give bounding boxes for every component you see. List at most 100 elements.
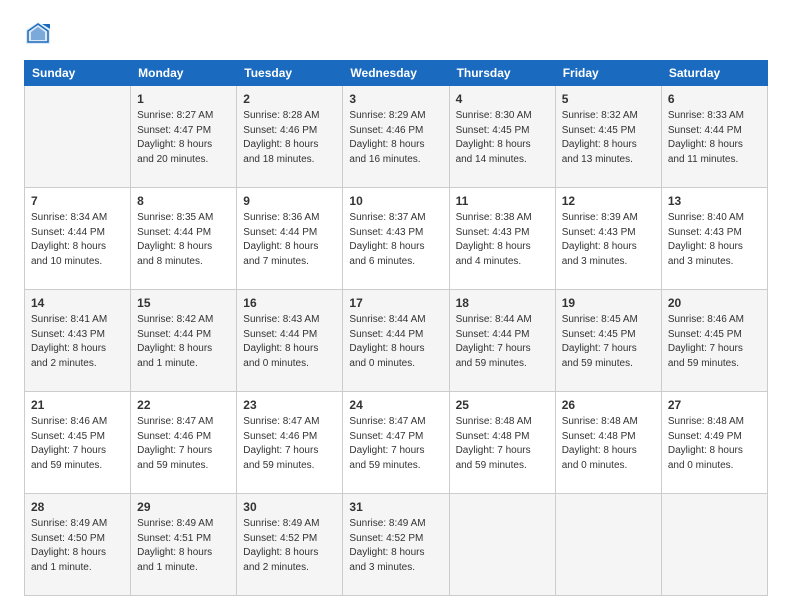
cell-daylight-info: Sunrise: 8:47 AM Sunset: 4:46 PM Dayligh… [243, 415, 336, 473]
cell-daylight-info: Sunrise: 8:49 AM Sunset: 4:52 PM Dayligh… [243, 517, 336, 575]
calendar-cell: 7Sunrise: 8:34 AM Sunset: 4:44 PM Daylig… [25, 188, 131, 290]
date-number: 18 [456, 294, 549, 312]
cell-daylight-info: Sunrise: 8:44 AM Sunset: 4:44 PM Dayligh… [456, 313, 549, 371]
cell-daylight-info: Sunrise: 8:46 AM Sunset: 4:45 PM Dayligh… [668, 313, 761, 371]
cell-daylight-info: Sunrise: 8:39 AM Sunset: 4:43 PM Dayligh… [562, 211, 655, 269]
header-row: SundayMondayTuesdayWednesdayThursdayFrid… [25, 61, 768, 86]
calendar-cell: 14Sunrise: 8:41 AM Sunset: 4:43 PM Dayli… [25, 290, 131, 392]
date-number: 12 [562, 192, 655, 210]
week-row-4: 21Sunrise: 8:46 AM Sunset: 4:45 PM Dayli… [25, 392, 768, 494]
calendar-cell: 9Sunrise: 8:36 AM Sunset: 4:44 PM Daylig… [237, 188, 343, 290]
cell-daylight-info: Sunrise: 8:48 AM Sunset: 4:48 PM Dayligh… [456, 415, 549, 473]
date-number: 13 [668, 192, 761, 210]
cell-daylight-info: Sunrise: 8:49 AM Sunset: 4:50 PM Dayligh… [31, 517, 124, 575]
week-row-2: 7Sunrise: 8:34 AM Sunset: 4:44 PM Daylig… [25, 188, 768, 290]
calendar-cell: 3Sunrise: 8:29 AM Sunset: 4:46 PM Daylig… [343, 86, 449, 188]
calendar-cell: 30Sunrise: 8:49 AM Sunset: 4:52 PM Dayli… [237, 494, 343, 596]
cell-daylight-info: Sunrise: 8:48 AM Sunset: 4:48 PM Dayligh… [562, 415, 655, 473]
col-header-sunday: Sunday [25, 61, 131, 86]
calendar-cell: 23Sunrise: 8:47 AM Sunset: 4:46 PM Dayli… [237, 392, 343, 494]
date-number: 7 [31, 192, 124, 210]
calendar-cell: 1Sunrise: 8:27 AM Sunset: 4:47 PM Daylig… [131, 86, 237, 188]
calendar-cell [661, 494, 767, 596]
calendar-cell: 27Sunrise: 8:48 AM Sunset: 4:49 PM Dayli… [661, 392, 767, 494]
calendar-cell: 28Sunrise: 8:49 AM Sunset: 4:50 PM Dayli… [25, 494, 131, 596]
col-header-tuesday: Tuesday [237, 61, 343, 86]
cell-daylight-info: Sunrise: 8:28 AM Sunset: 4:46 PM Dayligh… [243, 109, 336, 167]
date-number: 15 [137, 294, 230, 312]
date-number: 8 [137, 192, 230, 210]
date-number: 24 [349, 396, 442, 414]
date-number: 5 [562, 90, 655, 108]
date-number: 10 [349, 192, 442, 210]
calendar-cell: 20Sunrise: 8:46 AM Sunset: 4:45 PM Dayli… [661, 290, 767, 392]
cell-daylight-info: Sunrise: 8:47 AM Sunset: 4:47 PM Dayligh… [349, 415, 442, 473]
date-number: 23 [243, 396, 336, 414]
cell-daylight-info: Sunrise: 8:45 AM Sunset: 4:45 PM Dayligh… [562, 313, 655, 371]
cell-daylight-info: Sunrise: 8:36 AM Sunset: 4:44 PM Dayligh… [243, 211, 336, 269]
calendar-cell: 6Sunrise: 8:33 AM Sunset: 4:44 PM Daylig… [661, 86, 767, 188]
calendar-cell: 12Sunrise: 8:39 AM Sunset: 4:43 PM Dayli… [555, 188, 661, 290]
cell-daylight-info: Sunrise: 8:44 AM Sunset: 4:44 PM Dayligh… [349, 313, 442, 371]
cell-daylight-info: Sunrise: 8:41 AM Sunset: 4:43 PM Dayligh… [31, 313, 124, 371]
date-number: 17 [349, 294, 442, 312]
date-number: 27 [668, 396, 761, 414]
cell-daylight-info: Sunrise: 8:46 AM Sunset: 4:45 PM Dayligh… [31, 415, 124, 473]
date-number: 22 [137, 396, 230, 414]
cell-daylight-info: Sunrise: 8:47 AM Sunset: 4:46 PM Dayligh… [137, 415, 230, 473]
calendar-table: SundayMondayTuesdayWednesdayThursdayFrid… [24, 60, 768, 596]
date-number: 1 [137, 90, 230, 108]
calendar-cell: 4Sunrise: 8:30 AM Sunset: 4:45 PM Daylig… [449, 86, 555, 188]
cell-daylight-info: Sunrise: 8:30 AM Sunset: 4:45 PM Dayligh… [456, 109, 549, 167]
calendar-cell: 22Sunrise: 8:47 AM Sunset: 4:46 PM Dayli… [131, 392, 237, 494]
logo [24, 20, 58, 48]
date-number: 4 [456, 90, 549, 108]
date-number: 28 [31, 498, 124, 516]
calendar-cell: 10Sunrise: 8:37 AM Sunset: 4:43 PM Dayli… [343, 188, 449, 290]
calendar-cell: 26Sunrise: 8:48 AM Sunset: 4:48 PM Dayli… [555, 392, 661, 494]
calendar-cell: 31Sunrise: 8:49 AM Sunset: 4:52 PM Dayli… [343, 494, 449, 596]
date-number: 11 [456, 192, 549, 210]
cell-daylight-info: Sunrise: 8:27 AM Sunset: 4:47 PM Dayligh… [137, 109, 230, 167]
calendar-cell: 21Sunrise: 8:46 AM Sunset: 4:45 PM Dayli… [25, 392, 131, 494]
cell-daylight-info: Sunrise: 8:49 AM Sunset: 4:52 PM Dayligh… [349, 517, 442, 575]
date-number: 16 [243, 294, 336, 312]
page: SundayMondayTuesdayWednesdayThursdayFrid… [0, 0, 792, 612]
calendar-cell: 2Sunrise: 8:28 AM Sunset: 4:46 PM Daylig… [237, 86, 343, 188]
calendar-cell: 16Sunrise: 8:43 AM Sunset: 4:44 PM Dayli… [237, 290, 343, 392]
date-number: 29 [137, 498, 230, 516]
calendar-cell: 8Sunrise: 8:35 AM Sunset: 4:44 PM Daylig… [131, 188, 237, 290]
calendar-cell: 17Sunrise: 8:44 AM Sunset: 4:44 PM Dayli… [343, 290, 449, 392]
cell-daylight-info: Sunrise: 8:42 AM Sunset: 4:44 PM Dayligh… [137, 313, 230, 371]
calendar-cell: 18Sunrise: 8:44 AM Sunset: 4:44 PM Dayli… [449, 290, 555, 392]
calendar-cell: 19Sunrise: 8:45 AM Sunset: 4:45 PM Dayli… [555, 290, 661, 392]
calendar-cell: 5Sunrise: 8:32 AM Sunset: 4:45 PM Daylig… [555, 86, 661, 188]
calendar-cell: 24Sunrise: 8:47 AM Sunset: 4:47 PM Dayli… [343, 392, 449, 494]
cell-daylight-info: Sunrise: 8:34 AM Sunset: 4:44 PM Dayligh… [31, 211, 124, 269]
cell-daylight-info: Sunrise: 8:37 AM Sunset: 4:43 PM Dayligh… [349, 211, 442, 269]
calendar-cell: 13Sunrise: 8:40 AM Sunset: 4:43 PM Dayli… [661, 188, 767, 290]
cell-daylight-info: Sunrise: 8:49 AM Sunset: 4:51 PM Dayligh… [137, 517, 230, 575]
date-number: 3 [349, 90, 442, 108]
date-number: 30 [243, 498, 336, 516]
cell-daylight-info: Sunrise: 8:33 AM Sunset: 4:44 PM Dayligh… [668, 109, 761, 167]
calendar-cell [449, 494, 555, 596]
date-number: 6 [668, 90, 761, 108]
week-row-5: 28Sunrise: 8:49 AM Sunset: 4:50 PM Dayli… [25, 494, 768, 596]
date-number: 26 [562, 396, 655, 414]
cell-daylight-info: Sunrise: 8:38 AM Sunset: 4:43 PM Dayligh… [456, 211, 549, 269]
week-row-1: 1Sunrise: 8:27 AM Sunset: 4:47 PM Daylig… [25, 86, 768, 188]
date-number: 9 [243, 192, 336, 210]
calendar-cell: 29Sunrise: 8:49 AM Sunset: 4:51 PM Dayli… [131, 494, 237, 596]
date-number: 21 [31, 396, 124, 414]
logo-icon [24, 20, 52, 48]
cell-daylight-info: Sunrise: 8:35 AM Sunset: 4:44 PM Dayligh… [137, 211, 230, 269]
date-number: 19 [562, 294, 655, 312]
calendar-cell [25, 86, 131, 188]
col-header-saturday: Saturday [661, 61, 767, 86]
calendar-cell: 11Sunrise: 8:38 AM Sunset: 4:43 PM Dayli… [449, 188, 555, 290]
cell-daylight-info: Sunrise: 8:32 AM Sunset: 4:45 PM Dayligh… [562, 109, 655, 167]
cell-daylight-info: Sunrise: 8:40 AM Sunset: 4:43 PM Dayligh… [668, 211, 761, 269]
date-number: 20 [668, 294, 761, 312]
date-number: 31 [349, 498, 442, 516]
